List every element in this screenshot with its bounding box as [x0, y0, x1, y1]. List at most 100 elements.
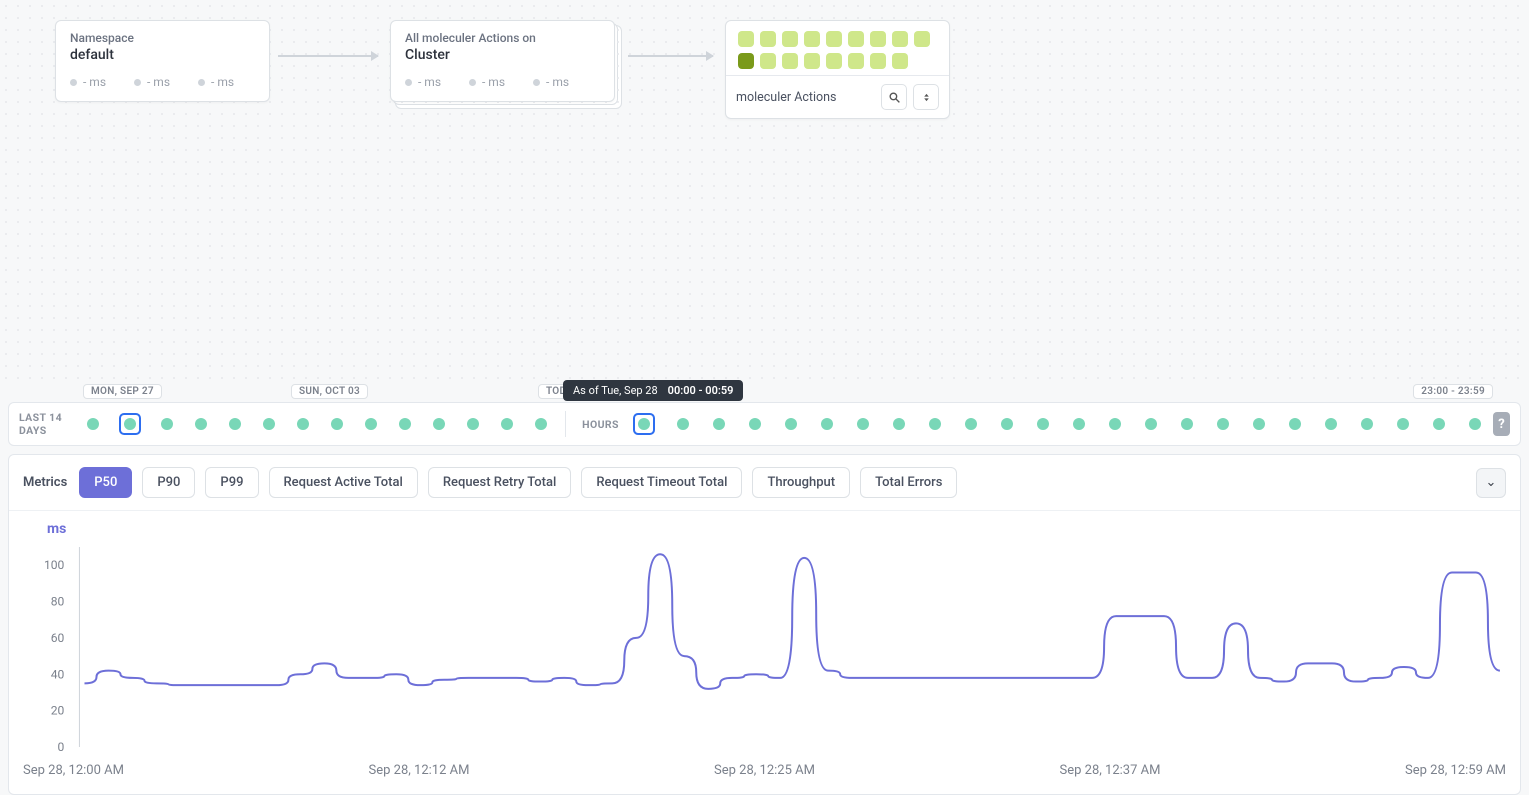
- action-cell[interactable]: [782, 31, 798, 47]
- hour-dot[interactable]: [1253, 418, 1265, 430]
- topology-canvas[interactable]: Namespace default - ms - ms - ms All mol…: [0, 0, 1529, 380]
- hour-dot[interactable]: [1073, 418, 1085, 430]
- action-cell[interactable]: [848, 53, 864, 69]
- metric-tab-p90[interactable]: P90: [142, 467, 195, 498]
- action-cell[interactable]: [804, 53, 820, 69]
- metrics-tabs: Metrics P50P90P99Request Active TotalReq…: [9, 455, 1520, 511]
- svg-text:40: 40: [51, 667, 65, 681]
- day-dot[interactable]: [229, 418, 241, 430]
- x-tick: Sep 28, 12:25 AM: [714, 763, 815, 778]
- day-dot[interactable]: [535, 418, 547, 430]
- x-tick: Sep 28, 12:37 AM: [1060, 763, 1161, 778]
- hour-dot[interactable]: [1181, 418, 1193, 430]
- help-button[interactable]: ?: [1493, 412, 1510, 436]
- day-dot[interactable]: [124, 418, 136, 430]
- hour-dot[interactable]: [1397, 418, 1409, 430]
- timeline-bar: LAST 14 DAYS HOURS ?: [8, 402, 1521, 446]
- sort-icon[interactable]: [913, 84, 939, 110]
- hour-dot[interactable]: [929, 418, 941, 430]
- namespace-value: default: [70, 47, 255, 63]
- day-dot[interactable]: [87, 418, 99, 430]
- metric-tab-total-errors[interactable]: Total Errors: [860, 467, 957, 498]
- x-tick: Sep 28, 12:59 AM: [1405, 763, 1506, 778]
- cluster-card[interactable]: All moleculer Actions on Cluster - ms - …: [390, 20, 615, 102]
- chart-area: ms 020406080100 Sep 28, 12:00 AMSep 28, …: [9, 511, 1520, 794]
- metric-tab-request-timeout-total[interactable]: Request Timeout Total: [581, 467, 742, 498]
- action-cell[interactable]: [892, 31, 908, 47]
- hour-dot[interactable]: [1037, 418, 1049, 430]
- metric-tab-request-retry-total[interactable]: Request Retry Total: [428, 467, 572, 498]
- hour-dot[interactable]: [1145, 418, 1157, 430]
- chart-xlabels: Sep 28, 12:00 AMSep 28, 12:12 AMSep 28, …: [19, 757, 1510, 788]
- day-dot[interactable]: [263, 418, 275, 430]
- day-dot[interactable]: [195, 418, 207, 430]
- hour-dot[interactable]: [1109, 418, 1121, 430]
- chart-ylabel: ms: [47, 521, 1510, 537]
- badge-sun: SUN, OCT 03: [291, 384, 368, 399]
- action-cell[interactable]: [848, 31, 864, 47]
- hour-dot[interactable]: [821, 418, 833, 430]
- action-cell[interactable]: [914, 31, 930, 47]
- arrow-1: [278, 55, 378, 57]
- badge-mon: MON, SEP 27: [83, 384, 162, 399]
- hour-dot[interactable]: [713, 418, 725, 430]
- hour-dot[interactable]: [857, 418, 869, 430]
- chart-svg: 020406080100: [19, 537, 1510, 757]
- svg-text:0: 0: [58, 740, 65, 754]
- day-dot[interactable]: [467, 418, 479, 430]
- action-cell[interactable]: [892, 53, 908, 69]
- action-cell[interactable]: [738, 53, 754, 69]
- hour-dot[interactable]: [749, 418, 761, 430]
- hour-dot[interactable]: [893, 418, 905, 430]
- hour-dot[interactable]: [638, 418, 650, 430]
- collapse-button[interactable]: ⌄: [1476, 468, 1506, 498]
- day-dot[interactable]: [297, 418, 309, 430]
- day-dot[interactable]: [161, 418, 173, 430]
- hour-dot[interactable]: [1469, 418, 1481, 430]
- days-label: LAST 14 DAYS: [19, 411, 75, 437]
- metric-tab-request-active-total[interactable]: Request Active Total: [269, 467, 418, 498]
- action-cell[interactable]: [826, 31, 842, 47]
- hour-dot[interactable]: [677, 418, 689, 430]
- search-icon[interactable]: [881, 84, 907, 110]
- svg-text:100: 100: [44, 558, 65, 572]
- metric-tab-p99[interactable]: P99: [205, 467, 258, 498]
- hour-dot[interactable]: [1361, 418, 1373, 430]
- hour-dot[interactable]: [965, 418, 977, 430]
- action-cell[interactable]: [782, 53, 798, 69]
- hour-tooltip: As of Tue, Sep 28 00:00 - 00:59: [563, 380, 743, 401]
- hour-dot[interactable]: [1433, 418, 1445, 430]
- x-tick: Sep 28, 12:00 AM: [23, 763, 124, 778]
- cluster-label: All moleculer Actions on: [405, 31, 600, 45]
- actions-footer-label: moleculer Actions: [736, 90, 837, 105]
- timeline-badges: MON, SEP 27 SUN, OCT 03 TODAY As of Tue,…: [8, 384, 1521, 402]
- badge-range: 23:00 - 23:59: [1413, 384, 1493, 399]
- action-cell[interactable]: [804, 31, 820, 47]
- hour-dot[interactable]: [1289, 418, 1301, 430]
- day-dot[interactable]: [399, 418, 411, 430]
- metric-tab-p50[interactable]: P50: [79, 467, 132, 498]
- action-cell[interactable]: [826, 53, 842, 69]
- hours-dots: [633, 413, 1483, 435]
- day-dot[interactable]: [331, 418, 343, 430]
- actions-grid: [726, 21, 949, 75]
- action-cell[interactable]: [738, 31, 754, 47]
- chevron-down-icon: ⌄: [1486, 475, 1497, 490]
- action-cell[interactable]: [760, 31, 776, 47]
- hour-dot[interactable]: [1325, 418, 1337, 430]
- day-dot[interactable]: [365, 418, 377, 430]
- action-cell[interactable]: [870, 53, 886, 69]
- hour-dot[interactable]: [1001, 418, 1013, 430]
- arrow-2: [628, 55, 713, 57]
- metric-tab-throughput[interactable]: Throughput: [752, 467, 850, 498]
- hour-dot[interactable]: [785, 418, 797, 430]
- day-dot[interactable]: [433, 418, 445, 430]
- hour-dot[interactable]: [1217, 418, 1229, 430]
- namespace-card[interactable]: Namespace default - ms - ms - ms: [55, 20, 270, 102]
- svg-text:80: 80: [51, 595, 65, 609]
- action-cell[interactable]: [760, 53, 776, 69]
- hours-label: HOURS: [582, 418, 623, 431]
- actions-card[interactable]: moleculer Actions: [725, 20, 950, 119]
- action-cell[interactable]: [870, 31, 886, 47]
- day-dot[interactable]: [501, 418, 513, 430]
